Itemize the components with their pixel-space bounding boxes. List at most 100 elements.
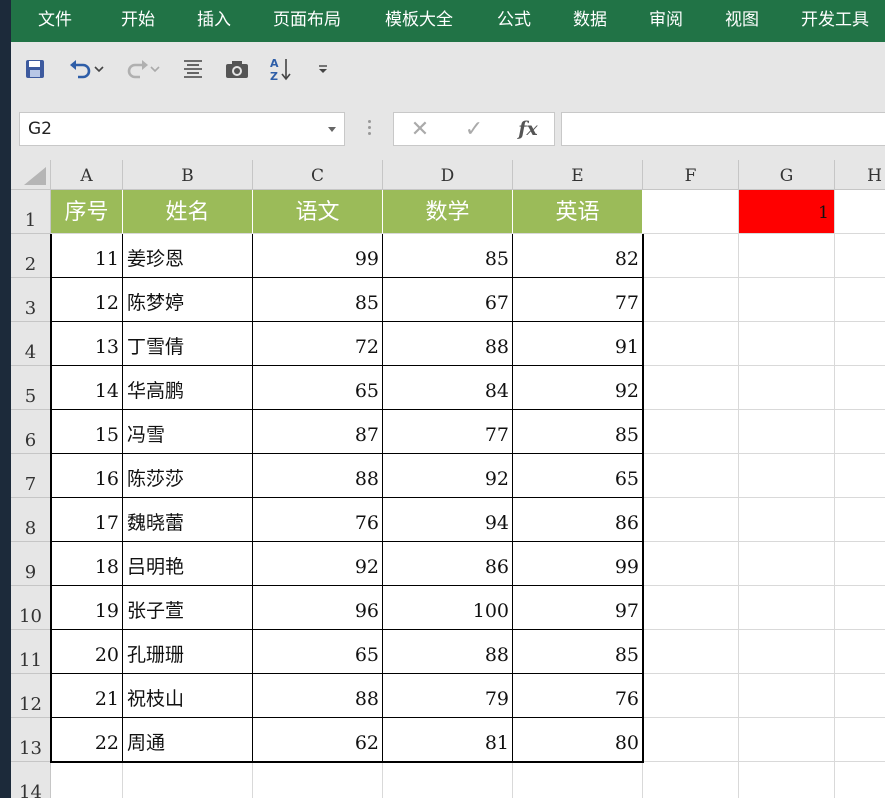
cell-d1[interactable]: 数学 [383, 190, 513, 234]
camera-button[interactable] [223, 53, 251, 85]
chevron-down-icon[interactable] [328, 127, 336, 132]
cell-d14[interactable] [383, 762, 513, 798]
cell-f12[interactable] [643, 674, 739, 718]
enter-button[interactable]: ✓ [454, 113, 494, 145]
cell-g4[interactable] [739, 322, 835, 366]
cell-h3[interactable] [835, 278, 885, 322]
cell-c8[interactable]: 76 [253, 498, 383, 542]
cell-d11[interactable]: 88 [383, 630, 513, 674]
cell-g5[interactable] [739, 366, 835, 410]
cell-a11[interactable]: 20 [51, 630, 123, 674]
cell-e6[interactable]: 85 [513, 410, 643, 454]
cell-e5[interactable]: 92 [513, 366, 643, 410]
cell-d5[interactable]: 84 [383, 366, 513, 410]
column-header-b[interactable]: B [123, 160, 253, 190]
cell-c4[interactable]: 72 [253, 322, 383, 366]
customize-toolbar-button[interactable] [313, 53, 333, 85]
cell-a8[interactable]: 17 [51, 498, 123, 542]
cell-e13[interactable]: 80 [513, 718, 643, 762]
cell-g12[interactable] [739, 674, 835, 718]
cell-b11[interactable]: 孔珊珊 [123, 630, 253, 674]
row-header-2[interactable]: 2 [11, 234, 51, 278]
formula-input[interactable] [561, 112, 885, 146]
cell-g11[interactable] [739, 630, 835, 674]
cell-e7[interactable]: 65 [513, 454, 643, 498]
row-header-11[interactable]: 11 [11, 630, 51, 674]
menu-item-3[interactable]: 页面布局 [273, 0, 341, 42]
cell-b14[interactable] [123, 762, 253, 798]
cell-e9[interactable]: 99 [513, 542, 643, 586]
cell-h9[interactable] [835, 542, 885, 586]
menu-item-0[interactable]: 文件 [38, 0, 72, 42]
cell-g9[interactable] [739, 542, 835, 586]
cell-b7[interactable]: 陈莎莎 [123, 454, 253, 498]
row-header-5[interactable]: 5 [11, 366, 51, 410]
cell-g7[interactable] [739, 454, 835, 498]
column-header-c[interactable]: C [253, 160, 383, 190]
row-header-10[interactable]: 10 [11, 586, 51, 630]
cell-f1[interactable] [643, 190, 739, 234]
cell-c1[interactable]: 语文 [253, 190, 383, 234]
cell-c2[interactable]: 99 [253, 234, 383, 278]
cell-g6[interactable] [739, 410, 835, 454]
cell-f8[interactable] [643, 498, 739, 542]
cell-h11[interactable] [835, 630, 885, 674]
cell-a12[interactable]: 21 [51, 674, 123, 718]
cell-g8[interactable] [739, 498, 835, 542]
cell-b9[interactable]: 吕明艳 [123, 542, 253, 586]
row-header-4[interactable]: 4 [11, 322, 51, 366]
cell-d8[interactable]: 94 [383, 498, 513, 542]
cell-e10[interactable]: 97 [513, 586, 643, 630]
cell-d13[interactable]: 81 [383, 718, 513, 762]
name-box[interactable]: G2 [19, 112, 345, 146]
cell-h4[interactable] [835, 322, 885, 366]
cell-h6[interactable] [835, 410, 885, 454]
undo-button[interactable] [63, 53, 109, 85]
cell-a10[interactable]: 19 [51, 586, 123, 630]
menu-item-5[interactable]: 公式 [497, 0, 531, 42]
redo-button[interactable] [119, 53, 165, 85]
select-all-corner[interactable] [11, 160, 51, 190]
menu-item-8[interactable]: 视图 [725, 0, 759, 42]
cell-b13[interactable]: 周通 [123, 718, 253, 762]
cell-c6[interactable]: 87 [253, 410, 383, 454]
save-button[interactable] [21, 53, 49, 85]
cell-f6[interactable] [643, 410, 739, 454]
cell-h8[interactable] [835, 498, 885, 542]
row-header-1[interactable]: 1 [11, 190, 51, 234]
cell-d9[interactable]: 86 [383, 542, 513, 586]
column-header-g[interactable]: G [739, 160, 835, 190]
cell-h12[interactable] [835, 674, 885, 718]
cell-f14[interactable] [643, 762, 739, 798]
cell-f9[interactable] [643, 542, 739, 586]
cell-g1[interactable]: 1 [739, 190, 835, 234]
column-header-h[interactable]: H [835, 160, 885, 190]
cell-h14[interactable] [835, 762, 885, 798]
cell-c7[interactable]: 88 [253, 454, 383, 498]
cell-c3[interactable]: 85 [253, 278, 383, 322]
cell-h10[interactable] [835, 586, 885, 630]
row-header-12[interactable]: 12 [11, 674, 51, 718]
row-header-8[interactable]: 8 [11, 498, 51, 542]
cell-e14[interactable] [513, 762, 643, 798]
cell-c9[interactable]: 92 [253, 542, 383, 586]
cell-d6[interactable]: 77 [383, 410, 513, 454]
cell-b6[interactable]: 冯雪 [123, 410, 253, 454]
row-header-6[interactable]: 6 [11, 410, 51, 454]
row-header-14[interactable]: 14 [11, 762, 51, 798]
cell-b5[interactable]: 华高鹏 [123, 366, 253, 410]
cell-c12[interactable]: 88 [253, 674, 383, 718]
cell-a3[interactable]: 12 [51, 278, 123, 322]
cell-b4[interactable]: 丁雪倩 [123, 322, 253, 366]
cell-c10[interactable]: 96 [253, 586, 383, 630]
menu-item-4[interactable]: 模板大全 [385, 0, 453, 42]
cell-a9[interactable]: 18 [51, 542, 123, 586]
menu-item-1[interactable]: 开始 [121, 0, 155, 42]
cell-g13[interactable] [739, 718, 835, 762]
cell-d7[interactable]: 92 [383, 454, 513, 498]
menu-item-9[interactable]: 开发工具 [801, 0, 869, 42]
cell-e2[interactable]: 82 [513, 234, 643, 278]
cell-g10[interactable] [739, 586, 835, 630]
cell-g3[interactable] [739, 278, 835, 322]
menu-item-7[interactable]: 审阅 [649, 0, 683, 42]
